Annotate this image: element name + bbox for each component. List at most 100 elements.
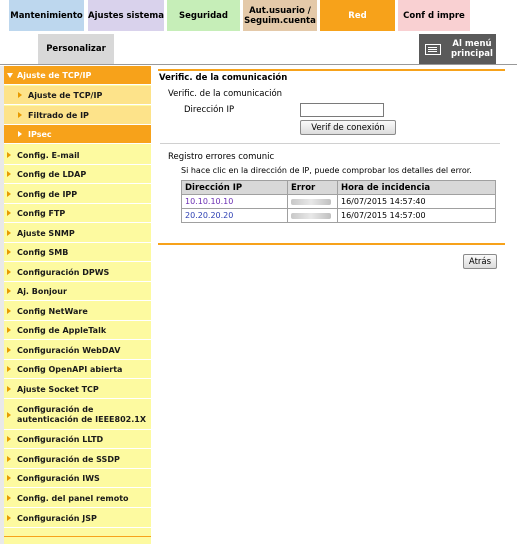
sidebar-item-snmp[interactable]: Ajuste SNMP	[4, 224, 151, 243]
table-cell-time: 16/07/2015 14:57:40	[337, 194, 496, 209]
sidebar-item-label: Config SMB	[17, 247, 69, 257]
tab-label-line2: Seguim.cuenta	[244, 15, 316, 26]
sidebar-item-label: IPsec	[28, 129, 52, 139]
tab-label: Aut.usuario / Seguim.cuenta	[244, 6, 316, 26]
arrow-right-icon	[7, 495, 11, 501]
section-subtitle: Verific. de la comunicación	[168, 89, 283, 99]
ip-link[interactable]: 10.10.10.10	[185, 197, 233, 206]
sidebar-item-ssdp[interactable]: Configuración de SSDP	[4, 450, 151, 469]
sidebar-item-jsp[interactable]: Configuración JSP	[4, 509, 151, 528]
arrow-right-icon	[18, 112, 22, 118]
sidebar-item-label: Config NetWare	[17, 306, 88, 316]
sidebar-item-label: Configuración DPWS	[17, 267, 110, 277]
sidebar-item-appletalk[interactable]: Config de AppleTalk	[4, 321, 151, 340]
ip-address-input[interactable]	[300, 103, 384, 117]
sidebar-item-openapi[interactable]: Config OpenAPI abierta	[4, 360, 151, 379]
main-menu-label: Al menú principal	[451, 39, 493, 59]
arrow-right-icon	[7, 210, 11, 216]
arrow-right-icon	[7, 327, 11, 333]
sidebar-item-lltd[interactable]: Configuración LLTD	[4, 430, 151, 449]
ip-address-label: Dirección IP	[184, 105, 235, 115]
sidebar-item-ieee8021x[interactable]: Configuración de autenticación de IEEE802…	[4, 400, 151, 430]
tab-label: Mantenimiento	[10, 10, 83, 21]
sidebar-item-iws[interactable]: Configuración IWS	[4, 469, 151, 488]
table-cell-ip: 20.20.20.20	[181, 208, 288, 223]
page-title: Verific. de la comunicación	[159, 73, 288, 83]
arrow-right-icon	[7, 288, 11, 294]
tab-red[interactable]: Red	[320, 0, 395, 31]
tab-conf-impre[interactable]: Conf d impre	[398, 0, 470, 31]
tab-aut-usuario[interactable]: Aut.usuario / Seguim.cuenta	[243, 0, 317, 31]
sidebar-item-webdav[interactable]: Configuración WebDAV	[4, 341, 151, 360]
sidebar-item-label: Config OpenAPI abierta	[17, 364, 123, 374]
sidebar-item-label: Ajuste SNMP	[17, 228, 75, 238]
sidebar-item-label: Configuración LLTD	[17, 434, 104, 444]
sidebar-item-ftp[interactable]: Config FTP	[4, 204, 151, 223]
verify-connection-button[interactable]: Verif de conexión	[300, 120, 396, 135]
sidebar-item-tcpip-group[interactable]: Ajuste de TCP/IP	[4, 66, 151, 85]
redacted-error	[291, 198, 331, 205]
sidebar-subitem-ipsec[interactable]: IPsec	[4, 125, 151, 144]
arrow-right-icon	[18, 131, 22, 137]
arrow-right-icon	[7, 411, 11, 418]
sidebar-subitem-filtrado-ip[interactable]: Filtrado de IP	[4, 106, 151, 125]
sidebar-item-smb[interactable]: Config SMB	[4, 243, 151, 262]
arrow-right-icon	[7, 347, 11, 353]
table-cell-error	[287, 208, 338, 223]
main-menu-label-line1: Al menú	[452, 39, 492, 49]
arrow-right-icon	[7, 308, 11, 314]
sidebar-item-label: Filtrado de IP	[28, 110, 89, 120]
sidebar-item-label: Config de AppleTalk	[17, 325, 107, 335]
tab-label: Red	[348, 10, 367, 21]
column-header-ip: Dirección IP	[181, 180, 288, 195]
sidebar-item-bonjour[interactable]: Aj. Bonjour	[4, 282, 151, 301]
sidebar-item-label: Configuración de SSDP	[17, 454, 120, 464]
arrow-right-icon	[7, 171, 11, 177]
main-menu-button[interactable]: Al menú principal	[419, 34, 496, 64]
arrow-right-icon	[7, 366, 11, 372]
ip-link[interactable]: 20.20.20.20	[185, 211, 233, 220]
redacted-error	[291, 212, 331, 219]
tab-personalizar[interactable]: Personalizar	[38, 34, 114, 64]
sidebar-item-email[interactable]: Config. E-mail	[4, 146, 151, 165]
top-navigation: Mantenimiento Ajustes sistema Seguridad …	[0, 0, 517, 66]
sidebar-item-label: Config FTP	[17, 208, 66, 218]
sidebar-item-label: Config de LDAP	[17, 169, 87, 179]
arrow-right-icon	[18, 92, 22, 98]
arrow-right-icon	[7, 475, 11, 481]
sidebar-item-label: Aj. Bonjour	[17, 286, 67, 296]
sidebar-item-ipp[interactable]: Config de IPP	[4, 185, 151, 204]
sidebar-item-label-line1: Configuración de	[17, 404, 94, 414]
sidebar-item-label: Ajuste de TCP/IP	[28, 90, 103, 100]
arrow-right-icon	[7, 191, 11, 197]
table-cell-time: 16/07/2015 14:57:00	[337, 208, 496, 223]
content-bottom-divider	[158, 243, 505, 245]
sidebar-item-socket-tcp[interactable]: Ajuste Socket TCP	[4, 380, 151, 399]
tab-mantenimiento[interactable]: Mantenimiento	[9, 0, 84, 31]
sidebar-item-label: Ajuste Socket TCP	[17, 384, 99, 394]
content-top-divider	[158, 69, 505, 71]
arrow-right-icon	[7, 152, 11, 158]
error-log-note: Si hace clic en la dirección de IP, pued…	[181, 166, 472, 175]
table-cell-error	[287, 194, 338, 209]
tab-ajustes-sistema[interactable]: Ajustes sistema	[88, 0, 164, 31]
tab-seguridad[interactable]: Seguridad	[167, 0, 240, 31]
sidebar-item-label: Configuración de autenticación de IEEE802…	[17, 405, 146, 425]
sidebar: Ajuste de TCP/IP Ajuste de TCP/IP Filtra…	[4, 66, 151, 544]
sidebar-item-netware[interactable]: Config NetWare	[4, 302, 151, 321]
sidebar-item-label: Config de IPP	[17, 189, 78, 199]
back-button[interactable]: Atrás	[463, 254, 497, 269]
sidebar-bottom-divider	[4, 536, 151, 537]
sidebar-item-label: Configuración IWS	[17, 473, 100, 483]
sidebar-item-panel-remoto[interactable]: Config. del panel remoto	[4, 489, 151, 508]
sidebar-item-label: Config. del panel remoto	[17, 493, 129, 503]
arrow-right-icon	[7, 456, 11, 462]
table-row: 10.10.10.10 16/07/2015 14:57:40	[181, 194, 496, 209]
menu-icon	[425, 43, 441, 55]
sidebar-item-dpws[interactable]: Configuración DPWS	[4, 263, 151, 282]
sidebar-item-ldap[interactable]: Config de LDAP	[4, 165, 151, 184]
arrow-right-icon	[7, 249, 11, 255]
arrow-right-icon	[7, 515, 11, 521]
sidebar-subitem-tcpip[interactable]: Ajuste de TCP/IP	[4, 86, 151, 105]
error-log-title: Registro errores comunic	[168, 152, 275, 162]
